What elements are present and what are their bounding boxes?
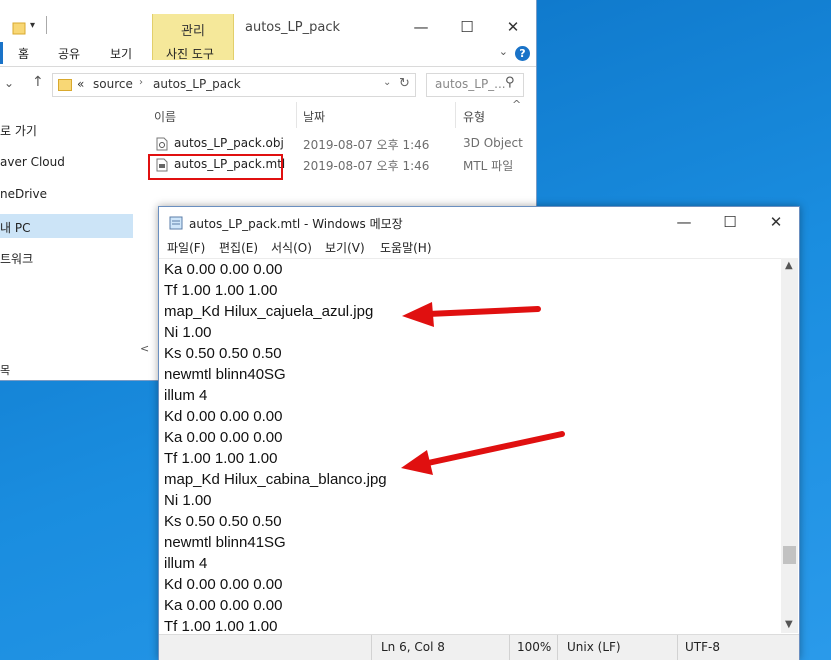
annotation-arrow <box>402 302 541 327</box>
annotation-arrows <box>401 302 565 475</box>
annotation-arrow <box>401 431 565 475</box>
